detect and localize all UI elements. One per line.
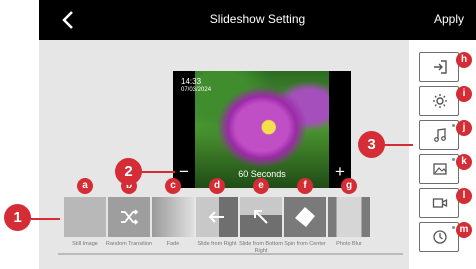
effect-thumbnail xyxy=(152,197,194,237)
effect-slide-from-bottom-right[interactable]: Slide from Bottom Right xyxy=(236,197,286,259)
slideshow-preview: 14:33 07/03/2024 60 Seconds − + xyxy=(173,71,351,188)
effect-fade[interactable]: Fade xyxy=(148,197,198,259)
effect-thumbnail xyxy=(240,197,282,237)
effect-label: Spin from Center xyxy=(284,241,326,247)
photo-button[interactable] xyxy=(419,154,459,184)
callout-2: 2 xyxy=(115,158,142,185)
clock-icon xyxy=(433,230,447,244)
effect-spin-from-center[interactable]: Spin from Center xyxy=(280,197,330,259)
effect-label: Photo Blur xyxy=(336,241,362,247)
preview-date: 07/03/2024 xyxy=(181,87,212,93)
effect-label: Slide from Bottom Right xyxy=(239,241,283,254)
effect-thumbnail xyxy=(64,197,106,237)
callout-j: j xyxy=(456,120,472,136)
callout-1: 1 xyxy=(4,204,31,231)
exit-button[interactable] xyxy=(419,52,459,82)
music-note-icon xyxy=(434,128,446,142)
timer-button[interactable] xyxy=(419,222,459,252)
callout-i: i xyxy=(456,86,472,102)
diamond-icon xyxy=(295,207,315,227)
effect-thumbnail xyxy=(196,197,238,237)
effect-random-transition[interactable]: Random Transition xyxy=(104,197,154,259)
callout-a: a xyxy=(77,178,93,194)
music-button[interactable] xyxy=(419,120,459,150)
effect-photo-blur[interactable]: Photo Blur xyxy=(324,197,374,259)
effect-thumbnail xyxy=(284,197,326,237)
image-icon xyxy=(433,163,447,175)
callout-h: h xyxy=(456,52,472,68)
effect-thumbnail xyxy=(328,197,370,237)
video-button[interactable] xyxy=(419,188,459,218)
submenu-indicator xyxy=(452,158,455,161)
arrow-up-left-icon xyxy=(254,210,268,224)
callout-line-2 xyxy=(140,171,175,173)
callout-f: f xyxy=(297,178,313,194)
top-bar: Slideshow Setting Apply xyxy=(39,0,476,40)
page-title: Slideshow Setting xyxy=(209,12,306,26)
brightness-button[interactable] xyxy=(419,86,459,116)
apply-button[interactable]: Apply xyxy=(434,12,464,26)
effect-label: Fade xyxy=(166,241,180,247)
callout-k: k xyxy=(456,154,472,170)
sun-icon xyxy=(433,94,447,108)
callout-l: l xyxy=(456,188,472,204)
callout-e: e xyxy=(253,178,269,194)
arrow-left-icon xyxy=(208,211,224,223)
sign-in-icon xyxy=(434,60,447,74)
effect-thumbnail xyxy=(108,197,150,237)
effect-label: Random Transition xyxy=(105,241,153,247)
submenu-indicator xyxy=(452,124,455,127)
effect-label: Still Image xyxy=(72,241,98,247)
callout-m: m xyxy=(456,222,472,238)
shuffle-icon xyxy=(121,209,139,225)
submenu-indicator xyxy=(452,226,455,229)
callout-d: d xyxy=(209,178,225,194)
callout-3: 3 xyxy=(358,131,385,158)
callout-g: g xyxy=(341,178,357,194)
effect-label: Slide from Right xyxy=(197,241,237,247)
effect-still-image[interactable]: Still Image xyxy=(60,197,110,259)
callout-c: c xyxy=(165,178,181,194)
video-camera-icon xyxy=(432,198,448,208)
effect-slide-from-right[interactable]: Slide from Right xyxy=(192,197,242,259)
preview-time: 14:33 xyxy=(181,77,202,86)
